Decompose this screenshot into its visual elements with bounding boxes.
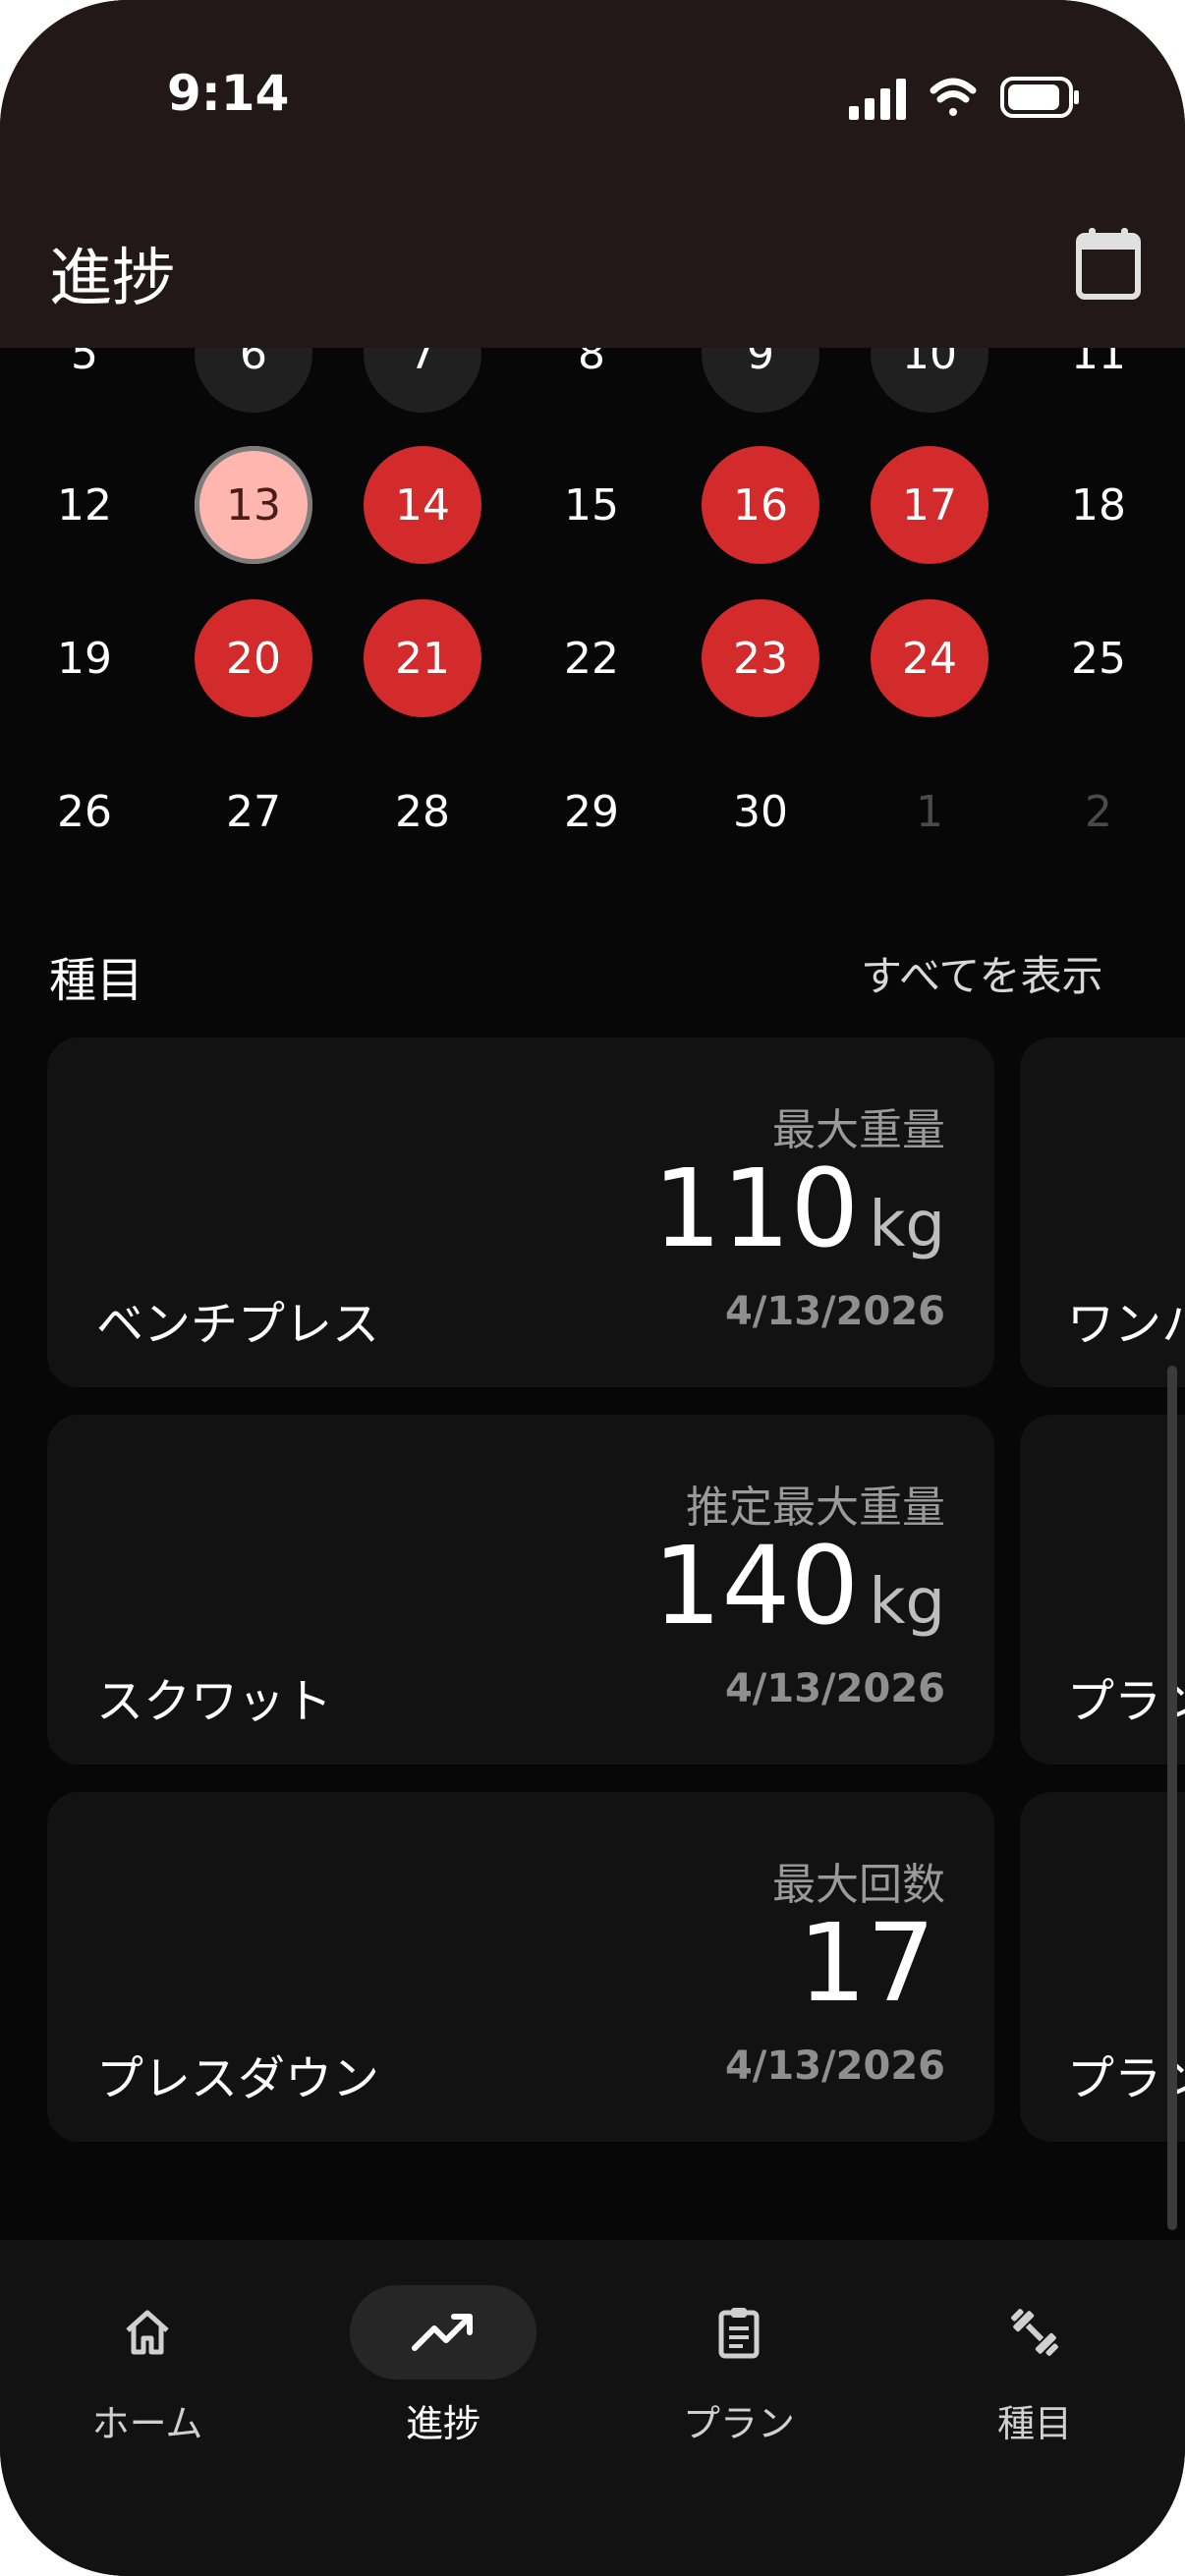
- nav-label: 種目: [996, 2402, 1072, 2445]
- status-icons: [849, 77, 1079, 120]
- metric-number: 110: [652, 1146, 860, 1271]
- exercise-card[interactable]: 最大重量 110 kg ベンチプレス 4/13/2026: [47, 1037, 994, 1387]
- signal-icon: [849, 79, 906, 120]
- nav-item-home[interactable]: ホーム: [29, 2285, 265, 2482]
- calendar-day[interactable]: 19: [26, 599, 143, 717]
- battery-icon: [1000, 77, 1079, 118]
- calendar-day-workout[interactable]: 23: [702, 599, 819, 717]
- calendar-day[interactable]: 12: [26, 446, 143, 564]
- nav-icon-container: [646, 2285, 832, 2380]
- calendar-day[interactable]: 25: [1040, 599, 1157, 717]
- status-time: 9:14: [167, 65, 290, 122]
- calendar-day[interactable]: 29: [533, 753, 650, 870]
- metric-value: 110 kg: [652, 1146, 945, 1271]
- page-title: 進捗: [49, 243, 175, 315]
- calendar-day[interactable]: 18: [1040, 446, 1157, 564]
- exercise-name: スクワット: [96, 1674, 333, 1729]
- home-icon: [126, 2310, 169, 2355]
- calendar-icon[interactable]: [1071, 222, 1157, 308]
- exercise-card-peek[interactable]: ワンハ: [1020, 1037, 1185, 1387]
- calendar-day[interactable]: 28: [364, 753, 481, 870]
- nav-item-progress[interactable]: 進捗: [325, 2285, 561, 2482]
- record-date: 4/13/2026: [724, 1289, 945, 1334]
- calendar-grid: 5 6 7 8 9 10 11 12 13 14 15 16 17 18 19 …: [0, 295, 1185, 845]
- nav-item-plan[interactable]: プラン: [621, 2285, 857, 2482]
- nav-icon-container: [941, 2285, 1128, 2380]
- nav-label: 進捗: [405, 2402, 480, 2445]
- exercise-card-peek[interactable]: プラン: [1020, 1792, 1185, 2142]
- app-header: 9:14 進捗: [0, 0, 1185, 348]
- metric-value: 17: [798, 1900, 945, 2026]
- nav-icon-container: [54, 2285, 241, 2380]
- trending-up-icon: [412, 2314, 473, 2351]
- exercise-name: ワンハ: [1067, 1297, 1185, 1352]
- calendar-day-today[interactable]: 13: [195, 446, 312, 564]
- calendar-day-workout[interactable]: 17: [871, 446, 988, 564]
- nav-label: ホーム: [91, 2402, 203, 2445]
- nav-label: プラン: [682, 2402, 795, 2445]
- metric-value: 140 kg: [652, 1523, 945, 1649]
- wifi-icon: [930, 78, 977, 116]
- calendar-day-next-month[interactable]: 2: [1040, 753, 1157, 870]
- calendar-day[interactable]: 15: [533, 446, 650, 564]
- calendar-day[interactable]: 30: [702, 753, 819, 870]
- exercise-card[interactable]: 推定最大重量 140 kg スクワット 4/13/2026: [47, 1415, 994, 1764]
- show-all-link[interactable]: すべてを表示: [861, 943, 1103, 1003]
- scrollbar[interactable]: [1167, 1366, 1177, 2230]
- calendar-day[interactable]: 22: [533, 599, 650, 717]
- metric-unit: kg: [869, 1566, 945, 1639]
- exercise-name: プレスダウン: [96, 2051, 380, 2106]
- calendar-day-workout[interactable]: 24: [871, 599, 988, 717]
- metric-number: 140: [652, 1523, 860, 1649]
- dumbbell-icon: [1011, 2309, 1058, 2356]
- exercise-name: ベンチプレス: [96, 1297, 380, 1352]
- calendar-day-workout[interactable]: 16: [702, 446, 819, 564]
- exercise-card-peek[interactable]: プラン: [1020, 1415, 1185, 1764]
- calendar-day-workout[interactable]: 21: [364, 599, 481, 717]
- record-date: 4/13/2026: [724, 1666, 945, 1711]
- metric-unit: kg: [869, 1189, 945, 1261]
- calendar-day-next-month[interactable]: 1: [871, 753, 988, 870]
- exercises-section-title: 種目: [49, 953, 144, 1008]
- nav-item-exercises[interactable]: 種目: [917, 2285, 1153, 2482]
- bottom-navigation: ホーム 進捗 プラン 種目: [0, 2240, 1185, 2576]
- calendar-day[interactable]: 26: [26, 753, 143, 870]
- phone-screen: 9:14 進捗 5 6 7 8 9 10 11 12 13 14 15 16 1…: [0, 0, 1185, 2576]
- calendar-day-workout[interactable]: 20: [195, 599, 312, 717]
- calendar-day[interactable]: 27: [195, 753, 312, 870]
- exercise-card[interactable]: 最大回数 17 プレスダウン 4/13/2026: [47, 1792, 994, 2142]
- record-date: 4/13/2026: [724, 2044, 945, 2089]
- metric-number: 17: [798, 1900, 935, 2026]
- clipboard-icon: [718, 2308, 760, 2359]
- nav-icon-container: [350, 2285, 536, 2380]
- calendar-day-workout[interactable]: 14: [364, 446, 481, 564]
